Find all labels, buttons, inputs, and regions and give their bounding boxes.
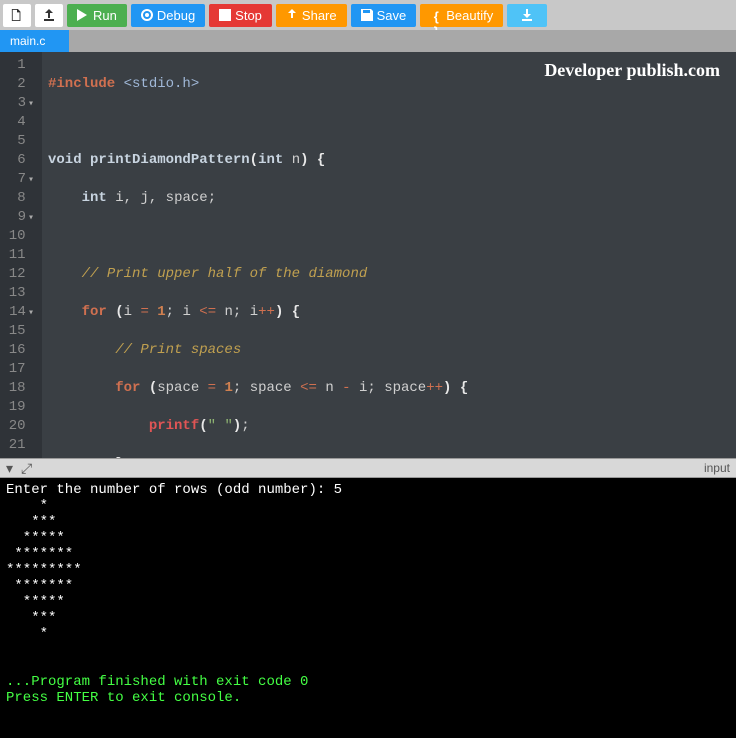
collapse-icon[interactable]: ▾	[6, 460, 13, 477]
stop-label: Stop	[235, 8, 262, 23]
upload-icon	[43, 9, 55, 21]
stop-button[interactable]: Stop	[209, 4, 272, 27]
beautify-label: Beautify	[446, 8, 493, 23]
run-button[interactable]: Run	[67, 4, 127, 27]
share-label: Share	[302, 8, 337, 23]
console-enter: Press ENTER to exit console.	[6, 690, 241, 706]
braces-icon: { }	[430, 9, 442, 21]
download-button[interactable]	[507, 4, 547, 27]
beautify-button[interactable]: { } Beautify	[420, 4, 503, 27]
console-line: *****	[6, 530, 65, 546]
console-line: *****	[6, 594, 65, 610]
code-area[interactable]: #include <stdio.h> void printDiamondPatt…	[42, 52, 736, 458]
toolbar: Run Debug Stop Share Save { } Beautify	[0, 0, 736, 30]
save-button[interactable]: Save	[351, 4, 417, 27]
console-line: ***	[6, 514, 56, 530]
save-icon	[361, 9, 373, 21]
console-output[interactable]: Enter the number of rows (odd number): 5…	[0, 478, 736, 738]
share-icon	[286, 9, 298, 21]
console-line: *	[6, 498, 48, 514]
debug-label: Debug	[157, 8, 195, 23]
console-line: *********	[6, 562, 82, 578]
tab-bar: main.c	[0, 30, 736, 52]
new-file-button[interactable]	[3, 4, 31, 27]
run-label: Run	[93, 8, 117, 23]
splitter-bar[interactable]: ▾ ⤢ input	[0, 458, 736, 478]
debug-icon	[141, 9, 153, 21]
console-line: ***	[6, 610, 56, 626]
file-icon	[11, 9, 23, 21]
share-button[interactable]: Share	[276, 4, 347, 27]
code-editor[interactable]: 1 2 3▾ 4 5 6 7▾ 8 9▾ 10 11 12 13 14▾ 15 …	[0, 52, 736, 458]
console-prompt: Enter the number of rows (odd number): 5	[6, 482, 342, 498]
expand-icon[interactable]: ⤢	[21, 460, 32, 477]
debug-button[interactable]: Debug	[131, 4, 205, 27]
stop-icon	[219, 9, 231, 21]
tab-label: main.c	[10, 34, 45, 48]
console-line: *******	[6, 546, 73, 562]
line-gutter: 1 2 3▾ 4 5 6 7▾ 8 9▾ 10 11 12 13 14▾ 15 …	[0, 52, 42, 458]
watermark: Developer publish.com	[544, 60, 720, 81]
download-icon	[521, 9, 533, 21]
upload-button[interactable]	[35, 4, 63, 27]
console-line: *******	[6, 578, 73, 594]
tab-main-c[interactable]: main.c	[0, 30, 69, 52]
play-icon	[77, 9, 89, 21]
save-label: Save	[377, 8, 407, 23]
console-line: *	[6, 626, 48, 642]
input-label: input	[704, 461, 730, 475]
console-exit: ...Program finished with exit code 0	[6, 674, 308, 690]
